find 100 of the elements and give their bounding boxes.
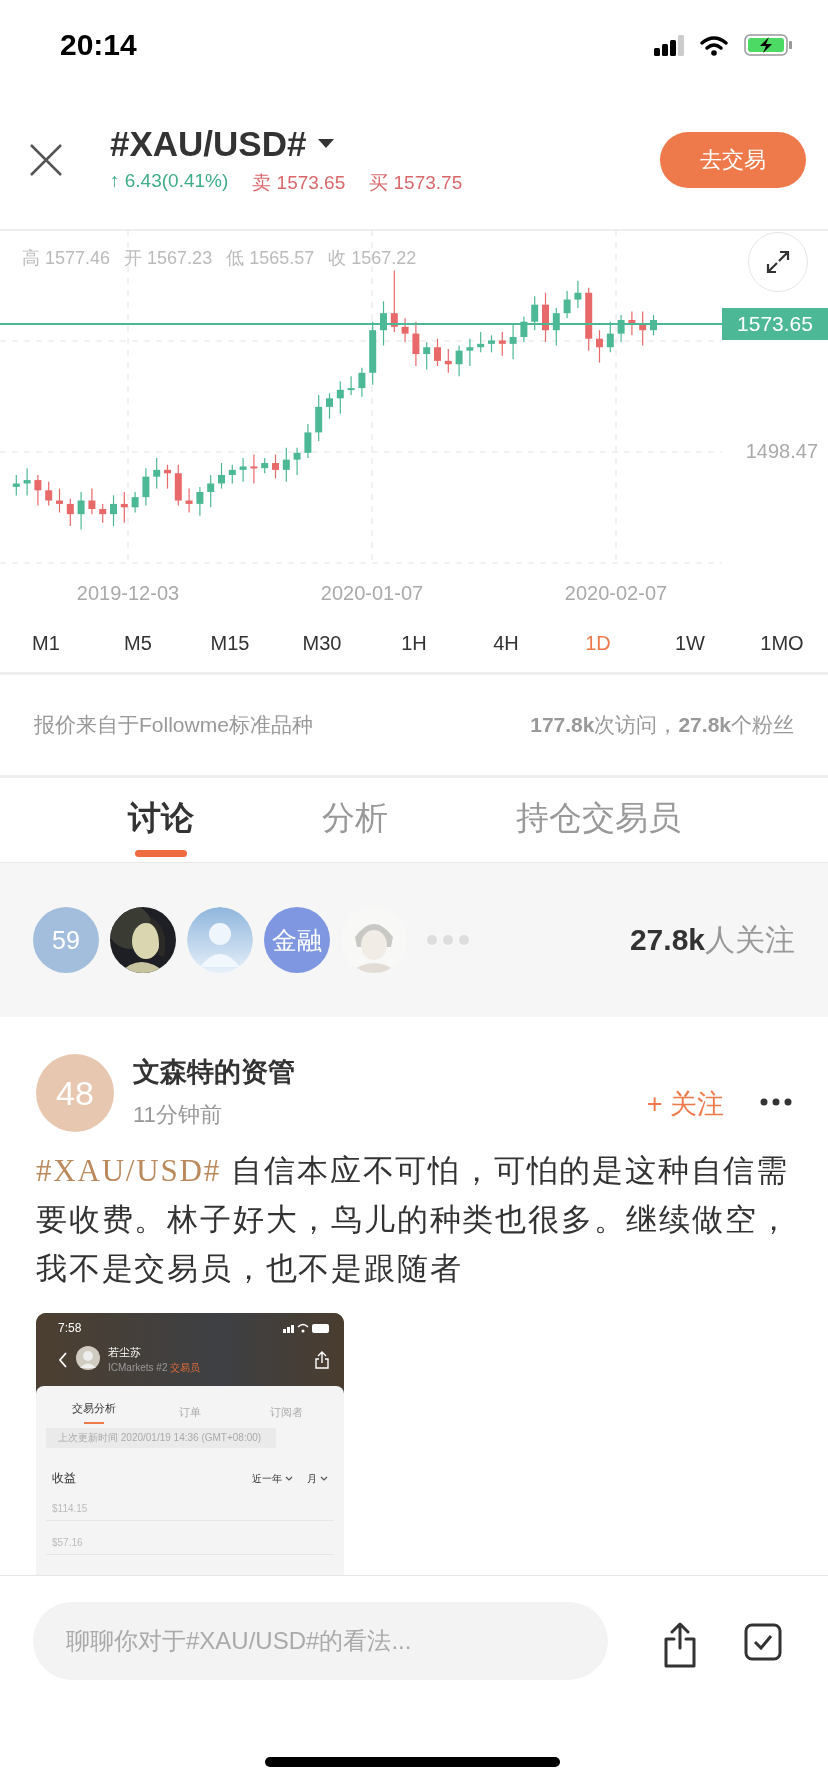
- candle: [23, 467, 31, 496]
- timeframe-tab[interactable]: 1W: [644, 632, 736, 655]
- candle: [477, 331, 485, 353]
- candle: [455, 344, 463, 377]
- section-title: 收益: [52, 1470, 76, 1487]
- close-icon[interactable]: [28, 141, 64, 178]
- candle: [574, 280, 582, 309]
- candle: [390, 270, 398, 333]
- status-icons: [283, 1322, 330, 1334]
- author-name[interactable]: 文森特的资管: [133, 1054, 647, 1090]
- ohlc-value: 开 1567.23: [124, 247, 213, 270]
- candle: [12, 474, 20, 496]
- candle: [88, 488, 96, 515]
- candle: [336, 380, 344, 415]
- screenshot-tab[interactable]: 交易分析: [46, 1390, 142, 1424]
- candle: [444, 348, 452, 374]
- timeframe-tab[interactable]: M5: [92, 632, 184, 655]
- section-tab[interactable]: 讨论: [128, 778, 194, 862]
- chevron-down-icon[interactable]: [285, 1476, 293, 1481]
- candle: [628, 310, 636, 336]
- candle: [466, 338, 474, 367]
- more-dots-icon: [427, 935, 469, 945]
- candle: [228, 464, 236, 485]
- timeframe-tab[interactable]: 4H: [460, 632, 552, 655]
- expand-icon: [766, 250, 790, 274]
- post-text: #XAU/USD# 自信本应不可怕，可怕的是这种自信需要收费。林子好大，鸟儿的种类也很多。继续做空，我不是交易员，也不是跟随者: [36, 1152, 792, 1288]
- candle: [326, 392, 333, 420]
- candle: [261, 457, 269, 474]
- axis-label: $57.16: [46, 1537, 334, 1555]
- filter-label[interactable]: 月: [307, 1471, 317, 1486]
- ohlc-value: 低 1565.57: [226, 247, 315, 270]
- candle: [66, 498, 74, 527]
- ohlc-value: 收 1567.22: [328, 247, 417, 270]
- timeframe-tab[interactable]: M30: [276, 632, 368, 655]
- filter-label[interactable]: 近一年: [252, 1471, 282, 1486]
- signal-icon: [654, 34, 684, 56]
- status-time: 20:14: [60, 28, 137, 62]
- candle: [142, 467, 150, 507]
- candle: [401, 317, 409, 343]
- candle: [520, 316, 528, 343]
- price-tag: 1573.65: [722, 308, 828, 340]
- trader-role: 交易员: [170, 1362, 201, 1373]
- more-icon[interactable]: [760, 1098, 792, 1106]
- post-time: 11分钟前: [133, 1101, 223, 1129]
- candle: [563, 290, 571, 319]
- timeframe-tab[interactable]: 1MO: [736, 632, 828, 655]
- dropdown-caret-icon[interactable]: [318, 139, 335, 148]
- candle: [250, 453, 258, 485]
- back-icon: [58, 1352, 68, 1368]
- candle: [45, 481, 53, 507]
- candle: [531, 295, 539, 331]
- chevron-down-icon[interactable]: [320, 1476, 328, 1481]
- candle: [509, 324, 517, 360]
- candle: [174, 464, 182, 507]
- timeframe-tab[interactable]: 1H: [368, 632, 460, 655]
- candle: [423, 341, 431, 370]
- candle: [596, 329, 603, 364]
- candle: [272, 453, 279, 479]
- candle: [34, 474, 42, 507]
- candle: [239, 457, 247, 483]
- candle: [164, 464, 171, 490]
- comment-field[interactable]: 聊聊你对于#XAU/USD#的看法...: [33, 1602, 608, 1680]
- share-icon: [314, 1351, 330, 1369]
- candle: [110, 494, 117, 527]
- candle: [185, 488, 193, 514]
- candle: [315, 394, 323, 442]
- candle: [77, 491, 85, 531]
- candle: [304, 423, 312, 459]
- candle: [131, 491, 139, 514]
- screenshot-time: 7:58: [58, 1321, 82, 1335]
- axis-date: 2019-12-03: [76, 582, 180, 605]
- trader-name: 若尘苏: [108, 1345, 142, 1360]
- candle: [380, 300, 387, 347]
- candle: [650, 314, 657, 336]
- candle: [99, 503, 107, 524]
- candle: [498, 331, 506, 357]
- wifi-icon: [700, 34, 728, 56]
- candle: [56, 488, 63, 514]
- quote-source: 报价来自于Followme标准品种: [34, 712, 313, 738]
- checkbox-icon[interactable]: [744, 1623, 782, 1661]
- visit-stats: 177.8k次访问，27.8k个粉丝: [530, 712, 794, 738]
- timeframe-tab[interactable]: M1: [0, 632, 92, 655]
- follower-count: 27.8k人关注: [629, 921, 795, 958]
- ohlc-value: 高 1577.46: [22, 247, 111, 270]
- timeframe-tab[interactable]: M15: [184, 632, 276, 655]
- trader-broker: ICMarkets #2 交易员: [108, 1361, 201, 1375]
- symbol-title: #XAU/USD#: [110, 123, 307, 164]
- candle: [369, 321, 377, 386]
- share-icon[interactable]: [662, 1622, 698, 1668]
- candle: [488, 334, 495, 353]
- candle: [293, 447, 301, 476]
- axis-label: $114.15: [46, 1503, 334, 1521]
- candle: [606, 321, 614, 353]
- candle: [552, 307, 560, 347]
- candle: [358, 367, 366, 398]
- sell-price: 卖 1573.65: [252, 170, 346, 195]
- battery-charging-icon: [744, 34, 792, 56]
- candle: [434, 338, 441, 367]
- axis-date: 2020-01-07: [320, 582, 424, 605]
- candle: [282, 447, 290, 483]
